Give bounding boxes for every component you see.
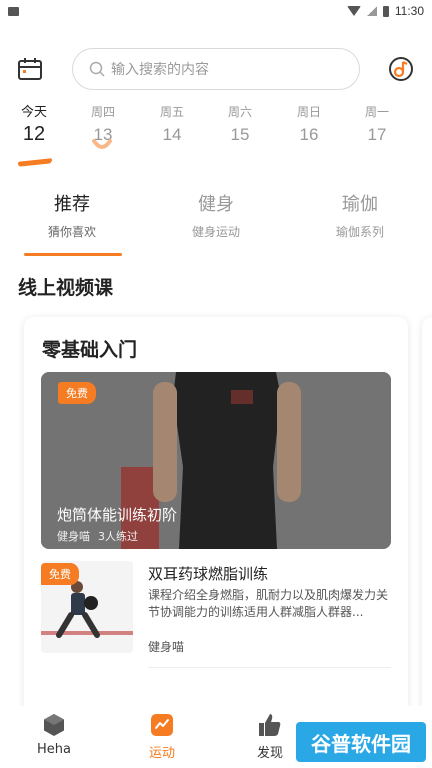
watermark-logo: 谷普软件园 — [296, 722, 426, 762]
nav-label: 运动 — [148, 746, 175, 761]
search-placeholder: 输入搜索的内容 — [111, 61, 209, 77]
signal-icon — [366, 6, 377, 16]
day-number: 12 — [22, 123, 46, 145]
nav-discover[interactable]: 发现 — [235, 712, 305, 761]
activity-marker-icon — [92, 139, 112, 149]
course-thumbnail: 免费 — [41, 561, 133, 653]
tab-indicator — [24, 253, 122, 256]
day-number: 16 — [299, 125, 319, 144]
hexagon-icon — [44, 714, 64, 736]
image-notification-icon — [8, 6, 19, 16]
nav-label: Heha — [37, 742, 71, 757]
tab-subtitle: 猜你喜欢 — [47, 225, 96, 239]
course-list-item[interactable]: 免费 双耳药球燃脂训练 课程介绍全身燃脂，肌耐力以及肌肉爆发力关节协调能力的训练… — [41, 561, 391, 668]
day-name: 周四 — [90, 105, 115, 119]
section-title: 线上视频课 — [18, 277, 114, 299]
tab-subtitle: 瑜伽系列 — [335, 225, 384, 239]
course-description: 课程介绍全身燃脂，肌耐力以及肌肉爆发力关节协调能力的训练适用人群减脂人群器... — [148, 588, 389, 619]
day-fri[interactable]: 周五 14 — [152, 102, 192, 145]
week-day-selector: 今天 12 周四 13 周五 14 周六 15 周日 16 周一 17 — [0, 102, 432, 172]
wifi-icon — [346, 6, 361, 16]
free-badge: 免费 — [41, 563, 79, 585]
today-indicator — [18, 158, 52, 167]
day-name: 周日 — [296, 105, 321, 119]
header: 输入搜索的内容 — [0, 46, 432, 92]
day-sun[interactable]: 周日 16 — [289, 102, 329, 145]
course-card: 零基础入门 免费 炮筒体能训练初阶 健身喵 3人练过 免费 双耳药球燃脂训练 课… — [24, 317, 408, 737]
category-tabs: 推荐 猜你喜欢 健身 健身运动 瑜伽 瑜伽系列 — [0, 192, 432, 258]
battery-icon — [382, 5, 389, 17]
divider — [148, 667, 391, 668]
free-badge: 免费 — [58, 382, 96, 404]
search-input[interactable]: 输入搜索的内容 — [72, 48, 360, 90]
day-number: 15 — [230, 125, 250, 144]
day-name: 周一 — [364, 105, 389, 119]
day-number: 14 — [162, 125, 182, 144]
day-number: 17 — [367, 125, 387, 144]
tab-title: 推荐 — [54, 194, 90, 215]
card-title: 零基础入门 — [42, 339, 138, 361]
search-icon — [89, 61, 105, 77]
nav-heha[interactable]: Heha — [19, 712, 89, 757]
day-name: 周六 — [227, 105, 252, 119]
featured-course[interactable]: 免费 炮筒体能训练初阶 健身喵 3人练过 — [41, 372, 391, 549]
music-icon[interactable] — [388, 56, 414, 82]
day-today[interactable]: 今天 12 — [14, 102, 54, 146]
calendar-icon[interactable] — [17, 57, 43, 81]
featured-course-count: 3人练过 — [98, 530, 138, 543]
tab-subtitle: 健身运动 — [191, 225, 240, 239]
status-time: 11:30 — [394, 4, 424, 18]
course-title: 双耳药球燃脂训练 — [148, 565, 269, 583]
nav-sport[interactable]: 运动 — [127, 712, 197, 761]
tab-yoga[interactable]: 瑜伽 瑜伽系列 — [305, 192, 415, 240]
featured-course-title: 炮筒体能训练初阶 — [57, 506, 178, 524]
thumbs-up-icon — [259, 714, 281, 736]
day-name: 周五 — [159, 105, 184, 119]
featured-course-author: 健身喵 — [57, 530, 90, 543]
tab-title: 瑜伽 — [342, 194, 378, 215]
course-author: 健身喵 — [148, 640, 185, 654]
tab-recommend[interactable]: 推荐 猜你喜欢 — [17, 192, 127, 240]
day-mon[interactable]: 周一 17 — [357, 102, 397, 145]
status-bar: 11:30 — [0, 0, 432, 22]
tab-title: 健身 — [198, 194, 234, 215]
featured-course-meta: 健身喵 3人练过 — [57, 528, 146, 544]
next-card-edge[interactable] — [422, 317, 432, 737]
nav-label: 发现 — [256, 746, 283, 761]
day-name: 今天 — [20, 104, 47, 119]
day-sat[interactable]: 周六 15 — [220, 102, 260, 145]
tab-fitness[interactable]: 健身 健身运动 — [161, 192, 271, 240]
activity-chart-icon — [151, 714, 173, 736]
